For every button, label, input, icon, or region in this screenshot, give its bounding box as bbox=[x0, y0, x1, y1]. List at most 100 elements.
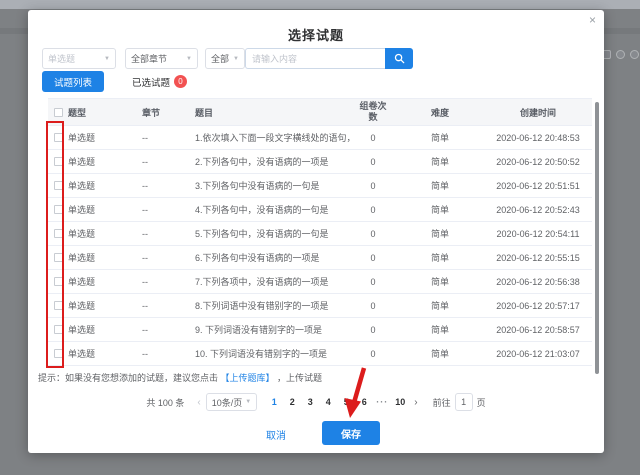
page-number[interactable]: 6 bbox=[356, 397, 372, 407]
cell-chapter: -- bbox=[142, 181, 195, 191]
cell-type: 单选题 bbox=[68, 227, 142, 240]
question-type-select[interactable]: 单选题 ▼ bbox=[42, 48, 116, 69]
select-all-checkbox[interactable] bbox=[54, 108, 63, 117]
cell-created: 2020-06-12 20:55:15 bbox=[484, 253, 592, 263]
row-checkbox[interactable] bbox=[54, 157, 63, 166]
row-checkbox[interactable] bbox=[54, 229, 63, 238]
hint-suffix: ，上传试题 bbox=[275, 373, 323, 383]
header-difficulty: 难度 bbox=[396, 106, 484, 119]
cell-count: 0 bbox=[350, 301, 396, 311]
page-number[interactable]: 10 bbox=[392, 397, 408, 407]
cell-count: 0 bbox=[350, 349, 396, 359]
cell-chapter: -- bbox=[142, 349, 195, 359]
cell-title: 1.依次填入下面一段文字横线处的语句，衔接最... bbox=[195, 131, 350, 144]
cancel-button[interactable]: 取消 bbox=[256, 424, 296, 444]
cell-title: 7.下列各项中，没有语病的一项是 bbox=[195, 275, 350, 288]
table-row: 单选题--1.依次填入下面一段文字横线处的语句，衔接最...0简单2020-06… bbox=[48, 126, 592, 150]
cell-title: 3.下列各句中没有语病的一句是 bbox=[195, 179, 350, 192]
row-checkbox[interactable] bbox=[54, 301, 63, 310]
cell-chapter: -- bbox=[142, 157, 195, 167]
table-row: 单选题--6.下列各句中没有语病的一项是0简单2020-06-12 20:55:… bbox=[48, 246, 592, 270]
cell-difficulty: 简单 bbox=[396, 179, 484, 192]
cell-difficulty: 简单 bbox=[396, 203, 484, 216]
cell-title: 4.下列各句中，没有语病的一句是 bbox=[195, 203, 350, 216]
cell-type: 单选题 bbox=[68, 347, 142, 360]
cell-chapter: -- bbox=[142, 133, 195, 143]
cell-type: 单选题 bbox=[68, 155, 142, 168]
chapter-select[interactable]: 全部章节 ▼ bbox=[125, 48, 198, 69]
chevron-down-icon: ▼ bbox=[104, 56, 110, 62]
cell-difficulty: 简单 bbox=[396, 347, 484, 360]
cell-difficulty: 简单 bbox=[396, 251, 484, 264]
cell-count: 0 bbox=[350, 229, 396, 239]
page-number[interactable]: 3 bbox=[302, 397, 318, 407]
cell-created: 2020-06-12 21:03:07 bbox=[484, 349, 592, 359]
row-checkbox[interactable] bbox=[54, 205, 63, 214]
table-row: 单选题--7.下列各项中，没有语病的一项是0简单2020-06-12 20:56… bbox=[48, 270, 592, 294]
background-clock-icon bbox=[616, 50, 625, 59]
page-size-select[interactable]: 10条/页 ▼ bbox=[206, 393, 257, 411]
cell-type: 单选题 bbox=[68, 251, 142, 264]
row-checkbox[interactable] bbox=[54, 277, 63, 286]
select-question-dialog: × 选择试题 单选题 ▼ 全部章节 ▼ 全部 ▼ bbox=[28, 10, 604, 453]
upload-question-bank-link[interactable]: 【上传题库】 bbox=[221, 373, 275, 383]
scrollbar[interactable] bbox=[595, 102, 599, 374]
page-number[interactable]: 1 bbox=[266, 397, 282, 407]
cell-chapter: -- bbox=[142, 253, 195, 263]
table-row: 单选题--8.下列词语中没有错别字的一项是0简单2020-06-12 20:57… bbox=[48, 294, 592, 318]
prev-page-button[interactable]: ‹ bbox=[197, 397, 200, 408]
cell-difficulty: 简单 bbox=[396, 323, 484, 336]
background-info-icon bbox=[630, 50, 639, 59]
tab-bar: 试题列表 已选试题 0 bbox=[42, 71, 187, 92]
search-button[interactable] bbox=[385, 48, 413, 69]
cell-chapter: -- bbox=[142, 205, 195, 215]
search-icon bbox=[394, 53, 405, 64]
tab-selected-label: 已选试题 bbox=[132, 75, 170, 89]
cell-difficulty: 简单 bbox=[396, 299, 484, 312]
row-checkbox[interactable] bbox=[54, 349, 63, 358]
cell-title: 9. 下列词语没有错别字的一项是 bbox=[195, 323, 350, 336]
row-checkbox[interactable] bbox=[54, 181, 63, 190]
cell-difficulty: 简单 bbox=[396, 275, 484, 288]
row-checkbox[interactable] bbox=[54, 253, 63, 262]
tab-question-list[interactable]: 试题列表 bbox=[42, 71, 104, 92]
page-number[interactable]: 5 bbox=[338, 397, 354, 407]
header-chapter: 章节 bbox=[142, 106, 195, 119]
page-ellipsis[interactable]: ··· bbox=[374, 397, 390, 407]
cell-count: 0 bbox=[350, 253, 396, 263]
cell-chapter: -- bbox=[142, 277, 195, 287]
table-row: 单选题--4.下列各句中，没有语病的一句是0简单2020-06-12 20:52… bbox=[48, 198, 592, 222]
background-toolbar bbox=[602, 50, 639, 59]
selected-count-badge: 0 bbox=[174, 75, 187, 88]
page-number[interactable]: 4 bbox=[320, 397, 336, 407]
scope-select[interactable]: 全部 ▼ bbox=[205, 48, 245, 69]
dialog-title: 选择试题 bbox=[28, 25, 604, 44]
goto-suffix: 页 bbox=[477, 396, 486, 409]
chevron-down-icon: ▼ bbox=[233, 56, 239, 62]
question-type-value: 单选题 bbox=[48, 52, 75, 65]
cell-title: 5.下列各句中，没有语病的一句是 bbox=[195, 227, 350, 240]
goto-label: 前往 bbox=[433, 396, 451, 409]
pagination: 共 100 条 ‹ 10条/页 ▼ 123456···10 › 前往 页 bbox=[28, 392, 604, 412]
cell-type: 单选题 bbox=[68, 275, 142, 288]
cell-title: 8.下列词语中没有错别字的一项是 bbox=[195, 299, 350, 312]
chevron-down-icon: ▼ bbox=[245, 399, 251, 405]
next-page-button[interactable]: › bbox=[414, 397, 417, 408]
page-number[interactable]: 2 bbox=[284, 397, 300, 407]
search-input[interactable] bbox=[245, 48, 385, 69]
header-created: 创建时间 bbox=[484, 106, 592, 119]
cell-type: 单选题 bbox=[68, 299, 142, 312]
tab-selected-questions[interactable]: 已选试题 0 bbox=[132, 75, 187, 89]
cell-difficulty: 简单 bbox=[396, 227, 484, 240]
cell-type: 单选题 bbox=[68, 131, 142, 144]
save-button[interactable]: 保存 bbox=[322, 421, 380, 445]
filter-bar: 单选题 ▼ 全部章节 ▼ 全部 ▼ bbox=[28, 48, 604, 69]
cell-type: 单选题 bbox=[68, 323, 142, 336]
total-count: 共 100 条 bbox=[146, 396, 184, 409]
table-row: 单选题--10. 下列词语没有错别字的一项是0简单2020-06-12 21:0… bbox=[48, 342, 592, 366]
page-numbers: 123456···10 bbox=[265, 397, 409, 407]
cell-count: 0 bbox=[350, 181, 396, 191]
row-checkbox[interactable] bbox=[54, 133, 63, 142]
goto-page-input[interactable] bbox=[455, 393, 473, 411]
row-checkbox[interactable] bbox=[54, 325, 63, 334]
